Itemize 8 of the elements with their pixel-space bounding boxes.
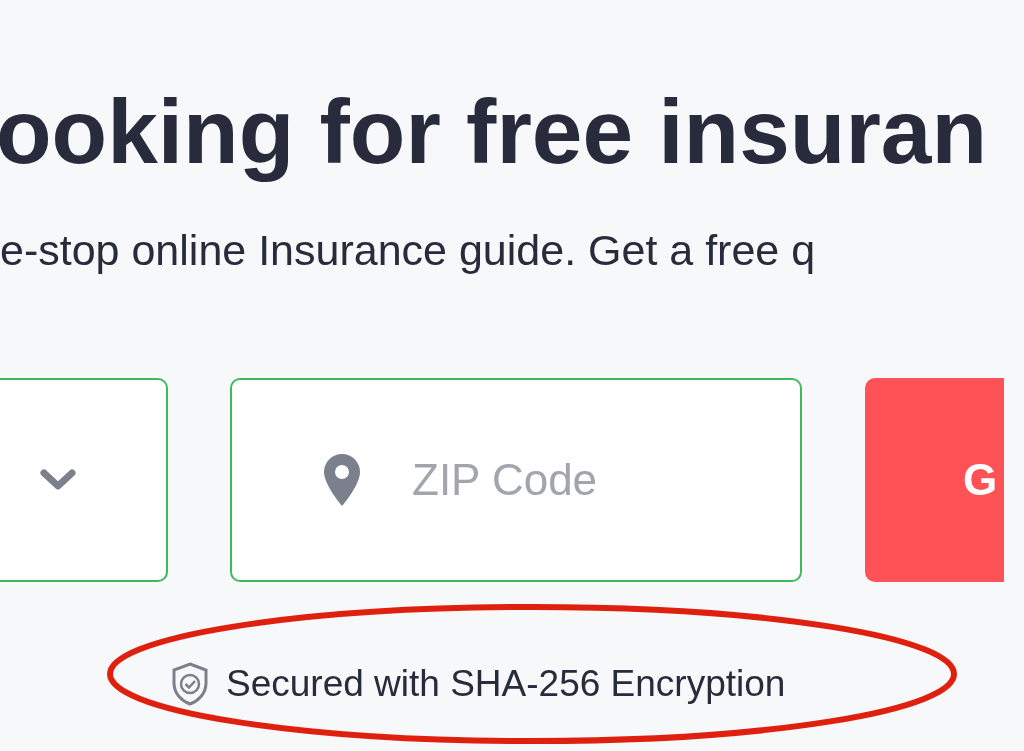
location-pin-icon (322, 452, 362, 508)
chevron-down-icon (40, 469, 76, 491)
zip-field[interactable]: ZIP Code (230, 378, 802, 582)
select-field[interactable] (0, 378, 168, 582)
submit-button[interactable]: G (865, 378, 1004, 582)
shield-check-icon (170, 660, 210, 707)
hero-subheading: e-stop online Insurance guide. Get a free q (0, 225, 817, 276)
security-note: Secured with SHA-256 Encryption (226, 662, 786, 706)
